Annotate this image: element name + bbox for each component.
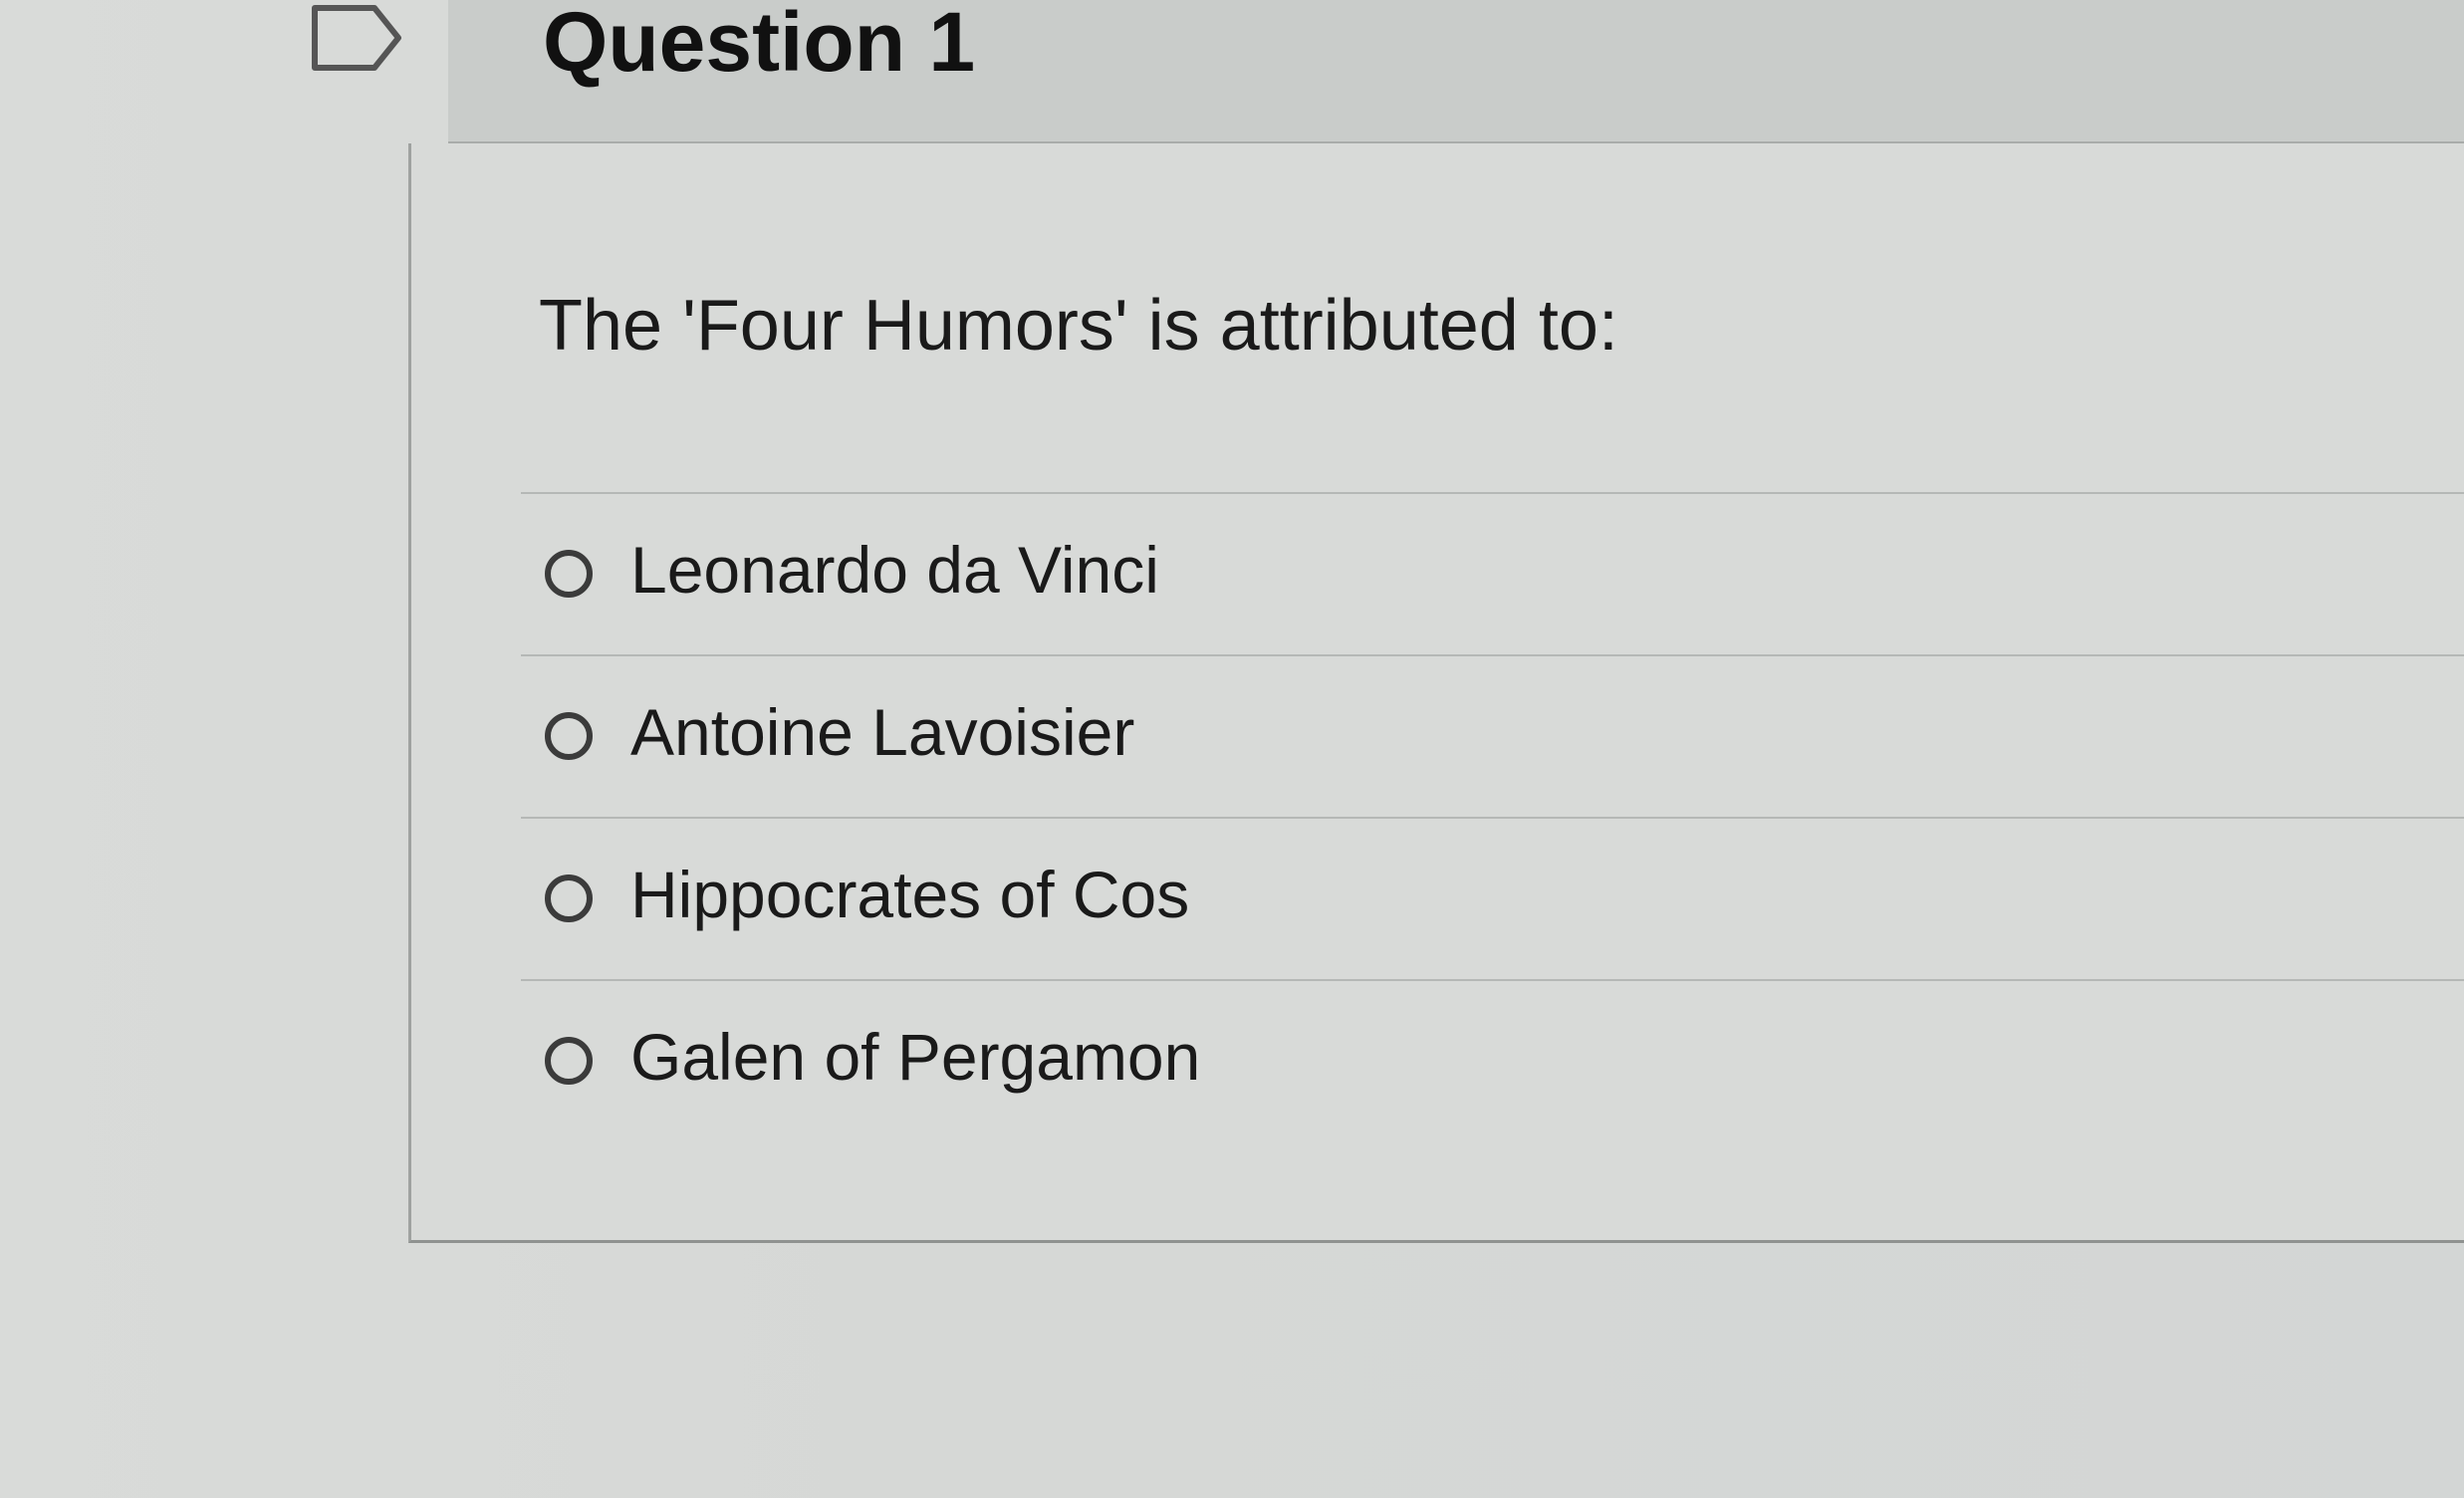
radio-unselected-icon[interactable] xyxy=(545,874,593,922)
answer-label[interactable]: Galen of Pergamon xyxy=(630,1021,1200,1094)
question-header: Question 1 xyxy=(448,0,2464,144)
radio-unselected-icon[interactable] xyxy=(545,712,593,760)
radio-unselected-icon[interactable] xyxy=(545,1037,593,1085)
question-card: The 'Four Humors' is attributed to: Leon… xyxy=(408,143,2464,1243)
quiz-page: Question 1 The 'Four Humors' is attribut… xyxy=(0,0,2464,1498)
answer-option[interactable]: Hippocrates of Cos xyxy=(521,819,2464,981)
question-prompt: The 'Four Humors' is attributed to: xyxy=(539,286,1618,366)
flag-outline-icon[interactable] xyxy=(309,2,404,74)
answer-label[interactable]: Hippocrates of Cos xyxy=(630,859,1189,931)
answer-label[interactable]: Antoine Lavoisier xyxy=(630,696,1134,769)
answer-option[interactable]: Leonardo da Vinci xyxy=(521,494,2464,656)
answer-label[interactable]: Leonardo da Vinci xyxy=(630,534,1159,607)
question-title: Question 1 xyxy=(543,0,976,89)
answer-option[interactable]: Antoine Lavoisier xyxy=(521,656,2464,819)
radio-unselected-icon[interactable] xyxy=(545,550,593,598)
answer-list: Leonardo da Vinci Antoine Lavoisier Hipp… xyxy=(521,492,2464,1143)
answer-option[interactable]: Galen of Pergamon xyxy=(521,981,2464,1143)
